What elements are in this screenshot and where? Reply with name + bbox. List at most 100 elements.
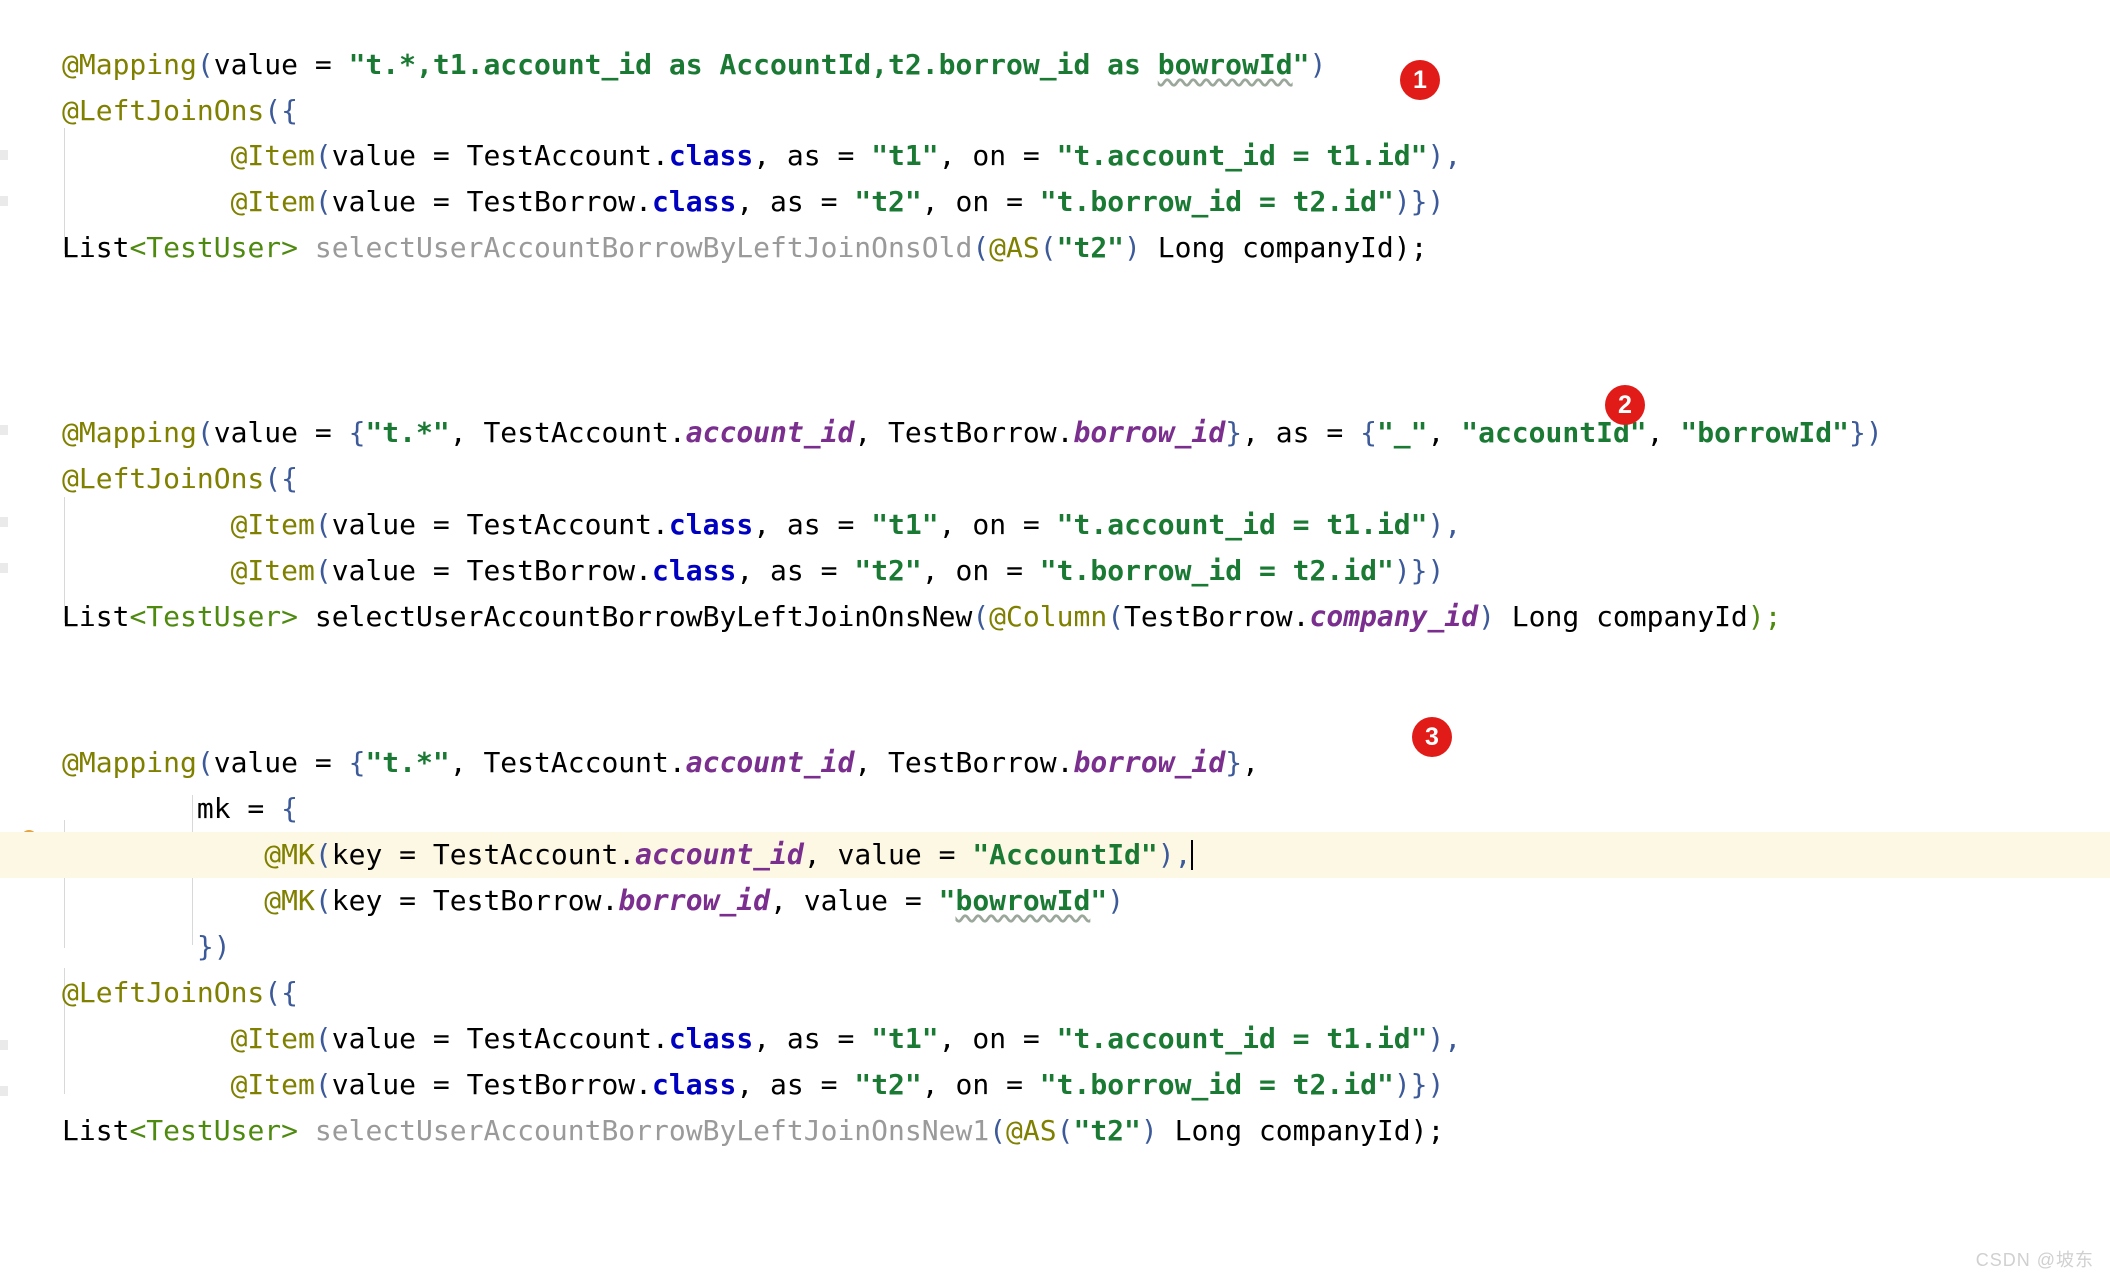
string-literal-end: " <box>1292 48 1310 81</box>
annotation-name: @Mapping <box>62 48 197 81</box>
keyword-class: class <box>668 139 754 172</box>
static-field-ref: company_id <box>1309 600 1479 633</box>
code-line[interactable]: @Item(value = TestAccount.class, as = "t… <box>0 1016 2110 1062</box>
code-text: , as = <box>736 1068 855 1101</box>
code-line-caret[interactable]: @MK(key = TestAccount.account_id, value … <box>0 832 2110 878</box>
open-paren: ( <box>1107 600 1125 633</box>
string-literal: "t2" <box>1073 1114 1141 1147</box>
string-literal: " <box>1090 884 1108 917</box>
open-paren: ( <box>1039 231 1057 264</box>
code-text: , on = <box>921 554 1040 587</box>
annotation-name: @Mapping <box>62 416 197 449</box>
annotation-name: @LeftJoinOns <box>62 976 265 1009</box>
open-brace: ({ <box>264 94 299 127</box>
code-line[interactable]: @Item(value = TestAccount.class, as = "t… <box>0 133 2110 179</box>
open-paren: ( <box>972 231 990 264</box>
annotation-name: @MK <box>264 884 315 917</box>
code-line[interactable]: List<TestUser> selectUserAccountBorrowBy… <box>0 225 2110 271</box>
annotation-badge-3: 3 <box>1412 717 1452 757</box>
open-brace: { <box>348 746 366 779</box>
close-paren: )}) <box>1393 554 1445 587</box>
code-line[interactable]: }) <box>0 924 2110 970</box>
code-line[interactable]: @LeftJoinOns({ <box>0 970 2110 1016</box>
code-line[interactable]: @Item(value = TestBorrow.class, as = "t2… <box>0 1062 2110 1108</box>
code-line[interactable]: @Mapping(value = {"t.*", TestAccount.acc… <box>0 410 2110 456</box>
method-name: selectUserAccountBorrowByLeftJoinOnsOld <box>298 231 973 264</box>
code-line[interactable]: @Item(value = TestBorrow.class, as = "t2… <box>0 548 2110 594</box>
method-parameter: Long companyId <box>1140 231 1394 264</box>
open-paren: ( <box>196 416 214 449</box>
code-editor[interactable]: @Mapping(value = "t.*,t1.account_id as A… <box>0 0 2110 1280</box>
code-text: , as = <box>753 1022 872 1055</box>
keyword-class: class <box>668 1022 754 1055</box>
string-literal: " <box>938 884 956 917</box>
static-field-ref: borrow_id <box>1073 746 1226 779</box>
open-brace: { <box>281 792 299 825</box>
generic-parameter: <TestUser> <box>129 231 299 264</box>
comma: , <box>1242 746 1259 779</box>
method-parameter: Long companyId <box>1494 600 1748 633</box>
code-line[interactable]: @Mapping(value = "t.*,t1.account_id as A… <box>0 42 2110 88</box>
open-paren: ( <box>314 838 332 871</box>
method-parameter: Long companyId <box>1157 1114 1411 1147</box>
method-name: selectUserAccountBorrowByLeftJoinOnsNew <box>298 600 973 633</box>
close-paren: ), <box>1427 508 1462 541</box>
method-name: selectUserAccountBorrowByLeftJoinOnsNew1 <box>298 1114 990 1147</box>
keyword-class: class <box>652 185 737 218</box>
open-paren: ( <box>196 48 214 81</box>
code-text: , as = <box>753 139 872 172</box>
close-paren: ) <box>1124 231 1141 264</box>
annotation-name: @Item <box>230 1022 315 1055</box>
code-line[interactable]: @Mapping(value = {"t.*", TestAccount.acc… <box>0 740 2110 786</box>
annotation-name: @LeftJoinOns <box>62 94 265 127</box>
close-paren: ) <box>1107 884 1125 917</box>
string-literal: "t.account_id = t1.id" <box>1056 508 1428 541</box>
code-line[interactable]: @MK(key = TestBorrow.borrow_id, value = … <box>0 878 2110 924</box>
string-literal: "t.*,t1.account_id as AccountId,t2.borro… <box>348 48 1158 81</box>
open-paren: ( <box>1056 1114 1074 1147</box>
close-paren: ), <box>1427 139 1462 172</box>
code-line[interactable]: @LeftJoinOns({ <box>0 456 2110 502</box>
code-line[interactable]: mk = { <box>0 786 2110 832</box>
static-field-ref: borrow_id <box>618 884 771 917</box>
code-text: key = TestBorrow. <box>331 884 619 917</box>
close-brace: }) <box>196 930 231 963</box>
annotation-badge-2: 2 <box>1605 385 1645 425</box>
code-content[interactable]: @Mapping(value = "t.*,t1.account_id as A… <box>0 0 2110 1280</box>
open-paren: ( <box>314 508 332 541</box>
close-paren: ), <box>1427 1022 1462 1055</box>
code-text: value = TestAccount. <box>331 139 669 172</box>
open-brace: { <box>1360 416 1377 449</box>
static-field-ref: account_id <box>685 746 855 779</box>
code-line[interactable]: List<TestUser> selectUserAccountBorrowBy… <box>0 594 2110 640</box>
open-paren: ( <box>989 1114 1007 1147</box>
code-line[interactable]: @Item(value = TestAccount.class, as = "t… <box>0 502 2110 548</box>
code-text: , as = <box>753 508 872 541</box>
close-paren: ); <box>1747 600 1782 633</box>
code-line[interactable]: @LeftJoinOns({ <box>0 88 2110 134</box>
static-field-ref: account_id <box>685 416 855 449</box>
annotation-name: @Item <box>230 185 315 218</box>
code-text: , as = <box>1242 416 1361 449</box>
close-paren: ), <box>1157 838 1192 871</box>
annotation-name: @AS <box>989 231 1040 264</box>
string-literal: "t2" <box>854 554 922 587</box>
string-literal: "t1" <box>871 1022 939 1055</box>
string-literal-typo: bowrowId <box>955 884 1091 917</box>
code-text: value = TestBorrow. <box>331 1068 653 1101</box>
open-paren: ( <box>972 600 990 633</box>
string-literal: "AccountId" <box>972 838 1158 871</box>
generic-parameter: <TestUser> <box>129 1114 299 1147</box>
code-text: , value = <box>803 838 973 871</box>
code-text: , on = <box>938 508 1057 541</box>
static-field-ref: account_id <box>635 838 804 871</box>
code-text: , TestAccount. <box>449 746 686 779</box>
open-brace: ({ <box>264 462 299 495</box>
code-line[interactable]: @Item(value = TestBorrow.class, as = "t2… <box>0 179 2110 225</box>
string-literal: "t2" <box>854 1068 922 1101</box>
annotation-name: @Item <box>230 139 315 172</box>
close-paren: ) <box>1140 1114 1158 1147</box>
string-literal: "t.borrow_id = t2.id" <box>1039 185 1394 218</box>
annotation-name: @Item <box>230 508 315 541</box>
code-line[interactable]: List<TestUser> selectUserAccountBorrowBy… <box>0 1108 2110 1154</box>
